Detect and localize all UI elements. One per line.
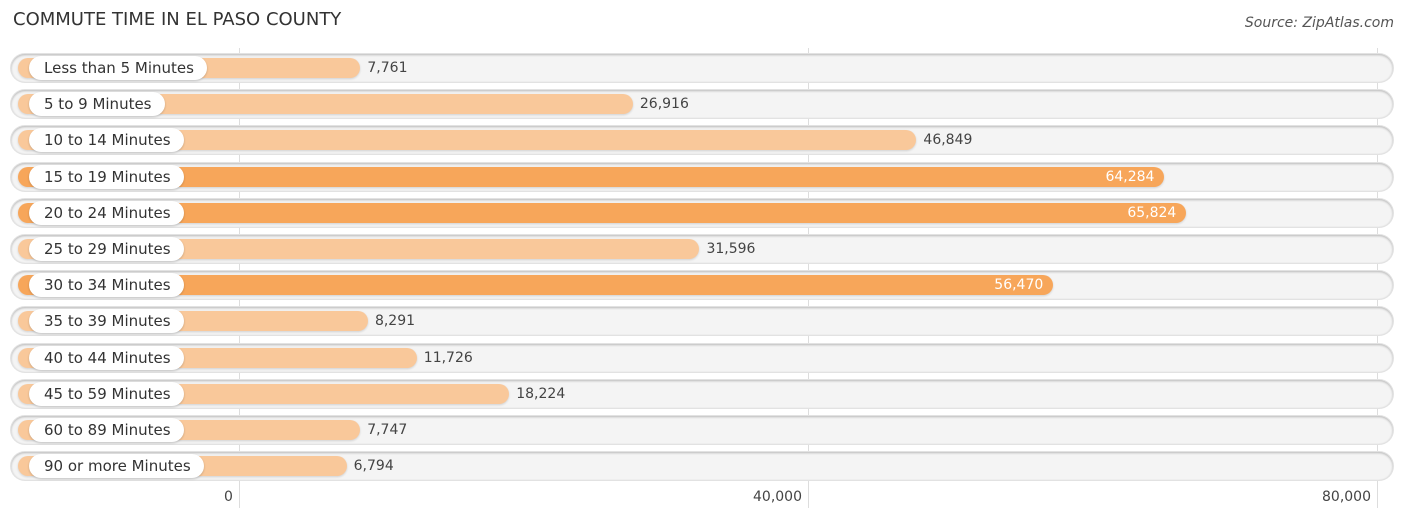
bar[interactable] (18, 166, 1165, 187)
value-label: 31,596 (706, 241, 756, 257)
value-label: 26,916 (639, 96, 689, 113)
value-label: 6,794 (353, 458, 394, 475)
chart-title: COMMUTE TIME IN EL PASO COUNTY (13, 9, 342, 30)
x-tick-label: 80,000 (1322, 489, 1371, 505)
category-label: 20 to 24 Minutes (29, 200, 184, 225)
value-label: 18,224 (516, 385, 566, 402)
x-tick-label: 0 (224, 489, 233, 505)
source-label: Source: ZipAtlas.com (1244, 15, 1394, 31)
value-label: 7,747 (367, 422, 408, 438)
bar[interactable] (18, 202, 1187, 223)
category-label: 40 to 44 Minutes (29, 345, 184, 370)
category-label: 35 to 39 Minutes (29, 309, 184, 334)
category-label: 10 to 14 Minutes (29, 128, 184, 153)
category-label: 25 to 29 Minutes (29, 237, 184, 261)
x-tick-label: 40,000 (753, 489, 802, 505)
category-label: 60 to 89 Minutes (29, 418, 184, 442)
value-label: 11,726 (423, 349, 473, 366)
value-label: 56,470 (994, 277, 1044, 294)
category-label: 15 to 19 Minutes (29, 164, 184, 189)
value-label: 7,761 (367, 60, 408, 76)
value-label: 65,824 (1127, 204, 1177, 221)
category-label: 5 to 9 Minutes (29, 92, 165, 117)
value-label: 46,849 (923, 132, 973, 149)
value-label: 64,284 (1105, 168, 1155, 185)
category-label: 45 to 59 Minutes (29, 381, 184, 406)
value-label: 8,291 (374, 313, 416, 330)
category-label: 30 to 34 Minutes (29, 273, 184, 298)
category-label: 90 or more Minutes (29, 454, 204, 479)
category-label: Less than 5 Minutes (29, 56, 207, 80)
